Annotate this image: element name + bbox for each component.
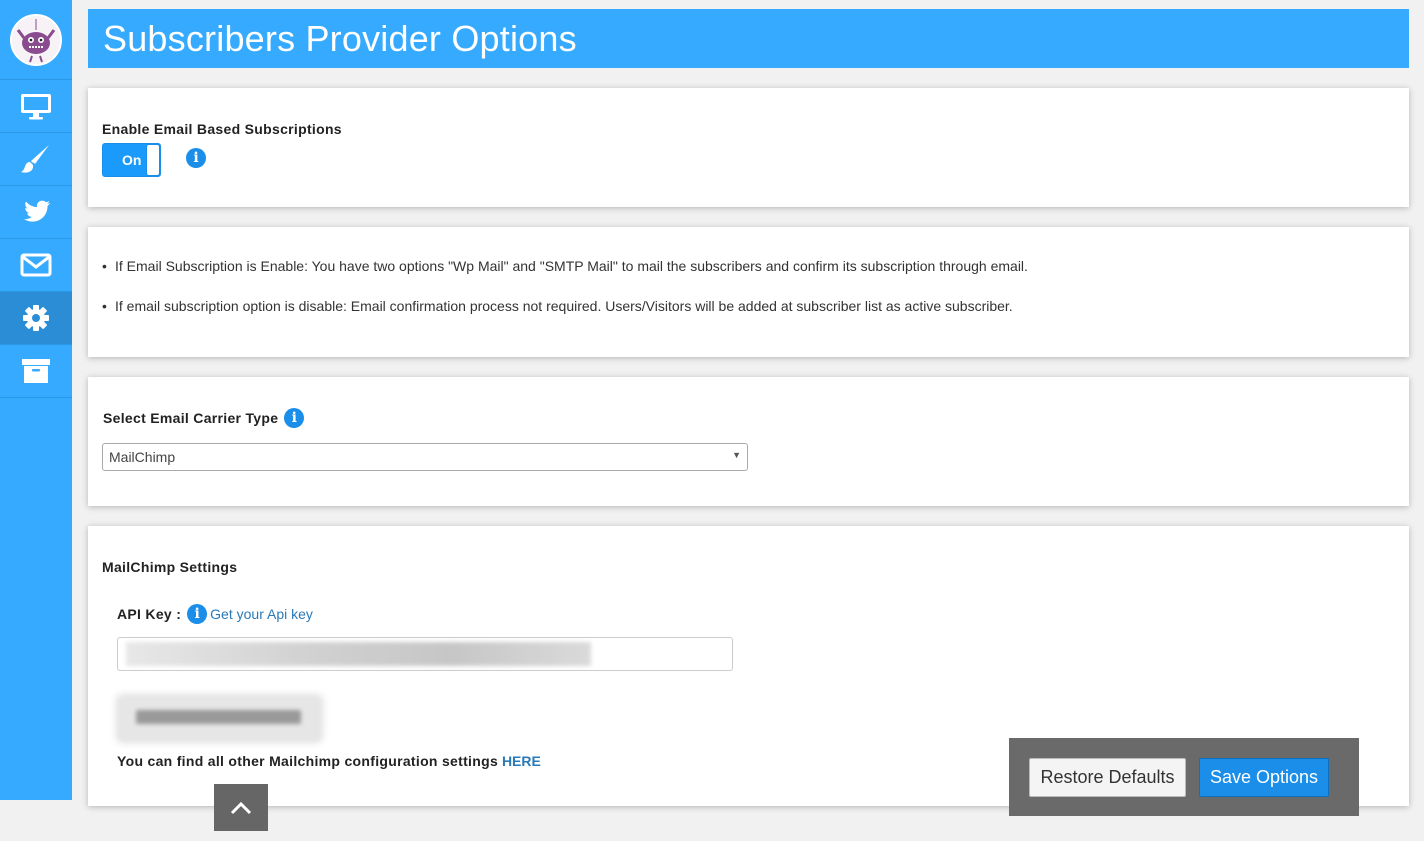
sidebar-item-archive[interactable] bbox=[0, 345, 72, 398]
mailchimp-footer: You can find all other Mailchimp configu… bbox=[117, 753, 541, 769]
toggle-on-label: On bbox=[122, 152, 142, 168]
chevron-down-icon: ▼ bbox=[732, 450, 741, 460]
chevron-up-icon bbox=[230, 801, 252, 814]
list-item: If Email Subscription is Enable: You hav… bbox=[102, 258, 1028, 274]
paintbrush-icon bbox=[21, 145, 49, 173]
get-api-key-link[interactable]: Get your Api key bbox=[210, 606, 313, 622]
save-options-button[interactable]: Save Options bbox=[1199, 758, 1329, 797]
email-carrier-card: Select Email Carrier Type i MailChimp ▼ bbox=[88, 377, 1409, 506]
api-key-input[interactable] bbox=[117, 637, 733, 671]
monster-logo-icon bbox=[16, 18, 56, 62]
sidebar-item-twitter[interactable] bbox=[0, 186, 72, 239]
sidebar-item-email[interactable] bbox=[0, 239, 72, 292]
mailchimp-settings-link[interactable]: HERE bbox=[502, 753, 541, 769]
page-title: Subscribers Provider Options bbox=[103, 18, 577, 59]
redacted-button-label bbox=[136, 710, 301, 724]
restore-defaults-button[interactable]: Restore Defaults bbox=[1029, 758, 1186, 797]
list-item: If email subscription option is disable:… bbox=[102, 298, 1028, 314]
api-key-redacted-value bbox=[126, 642, 591, 666]
twitter-icon bbox=[24, 200, 51, 222]
info-icon[interactable]: i bbox=[284, 408, 305, 428]
logo-container bbox=[0, 0, 72, 80]
email-subscription-card: Enable Email Based Subscriptions On i bbox=[88, 88, 1409, 207]
avatar[interactable] bbox=[10, 13, 62, 66]
redacted-button[interactable] bbox=[118, 696, 321, 741]
mailchimp-section-title: MailChimp Settings bbox=[102, 559, 238, 575]
notes-list: If Email Subscription is Enable: You hav… bbox=[102, 258, 1028, 338]
subscription-notes-card: If Email Subscription is Enable: You hav… bbox=[88, 227, 1409, 357]
action-bar: Restore Defaults Save Options bbox=[1009, 738, 1359, 816]
sidebar-item-settings[interactable] bbox=[0, 292, 72, 345]
api-key-label: API Key : bbox=[117, 606, 182, 622]
sidebar-item-display[interactable] bbox=[0, 80, 72, 133]
mailchimp-footer-text: You can find all other Mailchimp configu… bbox=[117, 753, 499, 769]
toggle-knob bbox=[146, 144, 160, 176]
info-icon[interactable]: i bbox=[186, 148, 206, 168]
envelope-icon bbox=[20, 253, 52, 277]
email-subscription-toggle[interactable]: On bbox=[102, 143, 161, 177]
monitor-icon bbox=[21, 94, 51, 120]
carrier-type-label: Select Email Carrier Type bbox=[103, 410, 279, 426]
carrier-label-row: Select Email Carrier Type i bbox=[103, 408, 305, 428]
sidebar bbox=[0, 0, 72, 800]
email-carrier-select[interactable]: MailChimp ▼ bbox=[102, 443, 748, 471]
page-header: Subscribers Provider Options bbox=[88, 9, 1409, 68]
select-value: MailChimp bbox=[109, 449, 176, 465]
scroll-top-button[interactable] bbox=[214, 784, 268, 831]
sidebar-item-design[interactable] bbox=[0, 133, 72, 186]
gear-icon bbox=[23, 305, 49, 331]
info-icon[interactable]: i bbox=[187, 604, 208, 624]
api-key-label-row: API Key : i Get your Api key bbox=[117, 604, 313, 624]
archive-icon bbox=[22, 359, 50, 383]
email-subscription-label: Enable Email Based Subscriptions bbox=[102, 121, 342, 137]
